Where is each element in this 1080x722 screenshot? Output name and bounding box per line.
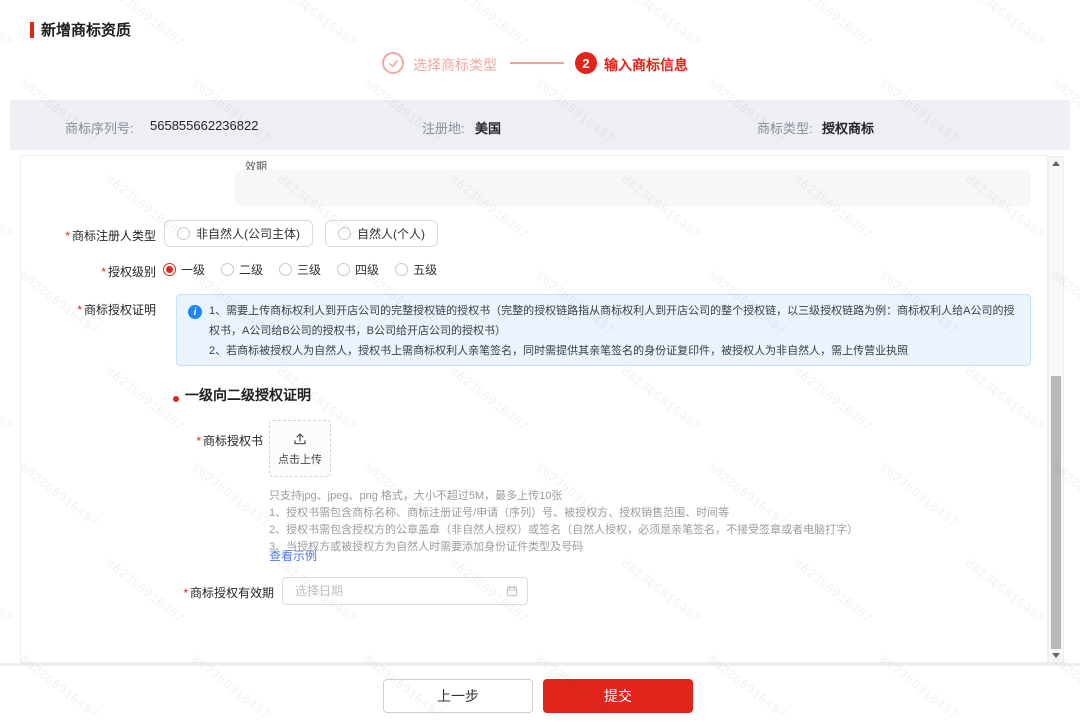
title-accent-bar: [30, 22, 34, 38]
serial-number-label: 商标序列号:: [65, 118, 134, 137]
upload-dropzone[interactable]: 点击上传: [269, 420, 331, 477]
watermark-text: 862366916487: [619, 0, 703, 50]
calendar-icon: [505, 584, 519, 598]
notice-text: 1、需要上传商标权利人到开店公司的完整授权链的授权书（完整的授权链路指从商标权利…: [209, 301, 1022, 361]
step2-number-circle: 2: [575, 52, 597, 74]
add-trademark-qualification-page: 862366916487 862366916487 862366916487 8623…: [0, 0, 1080, 722]
registrant-type-field-label: *商标注册人类型: [21, 227, 156, 244]
required-asterisk: *: [77, 303, 82, 317]
auth-level-option-1[interactable]: 一级: [163, 261, 205, 278]
radio-circle-icon: [163, 263, 176, 276]
watermark-text: 862366916487: [0, 0, 15, 50]
trademark-type-label: 商标类型:: [757, 118, 813, 137]
validity-date-input[interactable]: [293, 583, 505, 599]
auth-level-radio-group: 一级 二级 三级 四级 五级: [163, 261, 437, 278]
auth-level-option-3[interactable]: 三级: [279, 261, 321, 278]
radio-circle-icon: [338, 227, 351, 240]
upload-hint-format: 只支持jpg、jpeg、png 格式，大小不超过5M，最多上传10张: [269, 487, 562, 503]
section-bullet-icon: [173, 396, 179, 402]
notice-line-1: 1、需要上传商标权利人到开店公司的完整授权链的授权书（完整的授权链路指从商标权利…: [209, 301, 1022, 341]
section-title: 一级向二级授权证明: [185, 385, 311, 405]
watermark-text: 862366916487: [0, 172, 15, 242]
footer-divider: [0, 663, 1080, 666]
watermark-text: 862366916487: [447, 0, 531, 50]
step2-label: 输入商标信息: [604, 55, 688, 75]
clipped-scrolled-field-box: [235, 170, 1031, 206]
scrollbar-thumb[interactable]: [1051, 376, 1061, 649]
view-example-link[interactable]: 查看示例: [269, 547, 317, 564]
step1-label: 选择商标类型: [413, 55, 497, 75]
step1-check-circle: [382, 52, 404, 74]
notice-line-2: 2、若商标被授权人为自然人，授权书上需商标权利人亲笔签名，同时需提供其亲笔签名的…: [209, 341, 1022, 361]
watermark-text: 862366916487: [0, 556, 15, 626]
required-asterisk: *: [101, 265, 106, 279]
upload-hint-1: 1、授权书需包含商标名称、商标注册证号/申请（序列）号、被授权方、授权销售范围、…: [269, 504, 729, 520]
trademark-type-value: 授权商标: [822, 118, 874, 137]
info-icon: i: [188, 305, 202, 319]
required-asterisk: *: [196, 434, 201, 448]
watermark-text: 862366916487: [791, 0, 875, 50]
upload-hint-2: 2、授权书需包含授权方的公章盖章（非自然人授权）或签名（自然人授权，必须是亲笔签…: [269, 521, 858, 537]
validity-date-picker[interactable]: [282, 577, 528, 605]
registrant-type-option-company[interactable]: 非自然人(公司主体): [164, 220, 313, 247]
registration-place-value: 美国: [475, 118, 501, 137]
previous-step-button[interactable]: 上一步: [383, 679, 533, 713]
auth-proof-notice-box: i 1、需要上传商标权利人到开店公司的完整授权链的授权书（完整的授权链路指从商标…: [176, 294, 1031, 366]
auth-level-option-2[interactable]: 二级: [221, 261, 263, 278]
registration-place-label: 注册地:: [422, 118, 465, 137]
radio-circle-icon: [337, 263, 350, 276]
vertical-scrollbar: [1048, 156, 1064, 663]
form-scroll-panel: 效期 *商标注册人类型 非自然人(公司主体) 自然人(个人) *授权级别 一级: [20, 155, 1048, 663]
upload-icon: [292, 431, 308, 447]
stepper-connector: [510, 62, 564, 64]
radio-circle-icon: [221, 263, 234, 276]
scroll-up-arrow-icon[interactable]: [1052, 161, 1060, 166]
auth-level-option-4[interactable]: 四级: [337, 261, 379, 278]
upload-field-label: *商标授权书: [21, 432, 263, 449]
required-asterisk: *: [65, 229, 70, 243]
step2-number: 2: [582, 56, 589, 71]
radio-circle-icon: [395, 263, 408, 276]
auth-proof-field-label: *商标授权证明: [21, 301, 156, 318]
serial-number-value: 565855662236822: [150, 118, 258, 133]
check-icon: [387, 57, 400, 70]
required-asterisk: *: [183, 586, 188, 600]
validity-field-label: *商标授权有效期: [21, 584, 274, 601]
radio-circle-icon: [177, 227, 190, 240]
registrant-type-options: 非自然人(公司主体) 自然人(个人): [164, 220, 438, 247]
submit-button[interactable]: 提交: [543, 679, 693, 713]
auth-level-field-label: *授权级别: [21, 263, 156, 280]
upload-button-text: 点击上传: [278, 451, 322, 467]
scroll-down-arrow-icon[interactable]: [1052, 653, 1060, 658]
trademark-summary-bar: 商标序列号: 565855662236822 注册地: 美国 商标类型: 授权商…: [10, 100, 1070, 150]
auth-level-option-5[interactable]: 五级: [395, 261, 437, 278]
registrant-type-option-person[interactable]: 自然人(个人): [325, 220, 438, 247]
watermark-text: 862366916487: [0, 364, 15, 434]
page-title: 新增商标资质: [41, 19, 131, 40]
watermark-text: 862366916487: [963, 0, 1047, 50]
watermark-text: 862366916487: [275, 0, 359, 50]
radio-circle-icon: [279, 263, 292, 276]
